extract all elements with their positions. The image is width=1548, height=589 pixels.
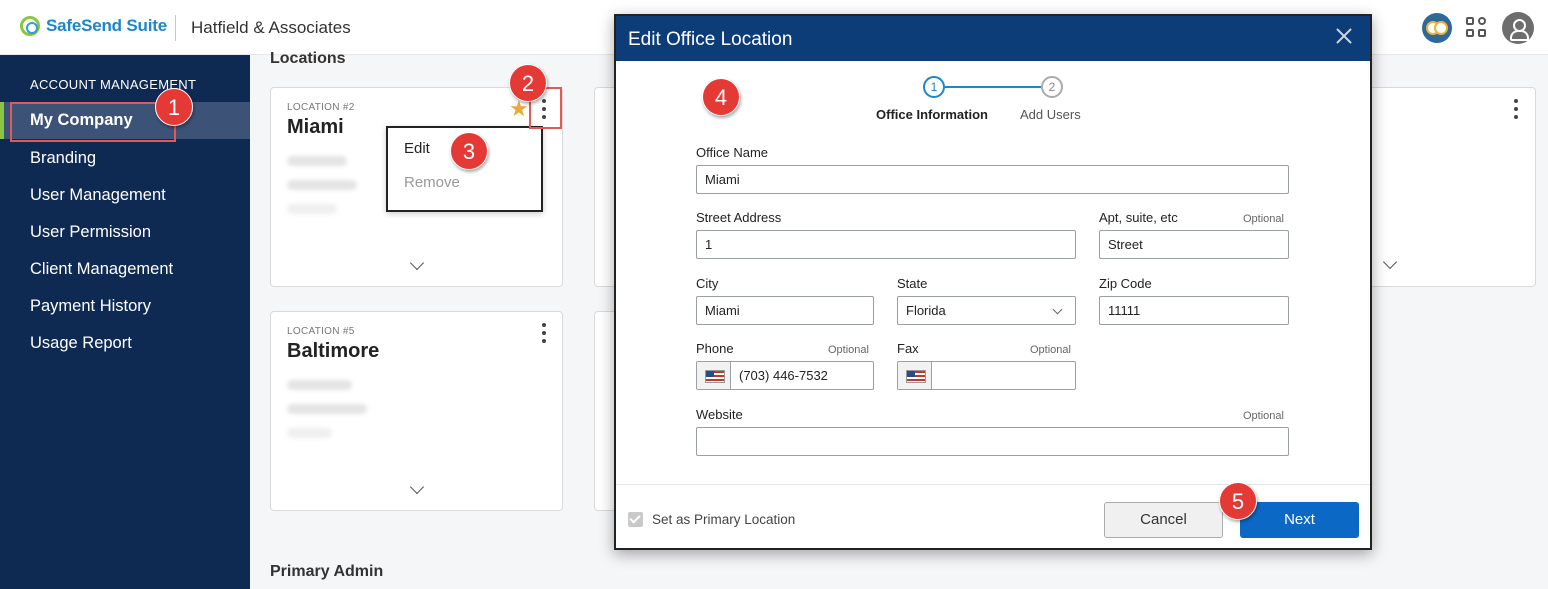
chevron-down-icon (1052, 304, 1063, 315)
header-divider (175, 15, 176, 41)
fax-input[interactable] (897, 361, 1076, 390)
expand-chevron-icon[interactable] (409, 255, 425, 271)
blurred-address-line (287, 180, 357, 190)
safesend-logo-icon (20, 16, 40, 36)
office-name-label: Office Name (696, 145, 769, 160)
blurred-address-line (287, 428, 332, 438)
street-address-label: Street Address (696, 210, 782, 225)
us-flag-icon[interactable] (697, 362, 731, 389)
website-optional: Optional (1243, 410, 1284, 422)
annotation-badge-4: 4 (702, 78, 740, 116)
more-options-icon[interactable] (1513, 99, 1519, 123)
blurred-address-line (287, 404, 367, 414)
office-name-input[interactable]: Miami (696, 165, 1289, 194)
sidebar-item-payment-history[interactable]: Payment History (0, 288, 250, 325)
header-actions (1422, 12, 1534, 44)
expand-chevron-icon[interactable] (409, 479, 425, 495)
location-name: Miami (287, 116, 344, 138)
state-select[interactable]: Florida (897, 296, 1076, 325)
annotation-badge-5: 5 (1219, 482, 1257, 520)
location-card-baltimore: LOCATION #5 Baltimore (270, 311, 563, 511)
cancel-button[interactable]: Cancel (1104, 502, 1223, 538)
edit-menu-item[interactable]: Edit (404, 140, 430, 157)
more-options-icon[interactable] (541, 323, 547, 347)
primary-location-label: Set as Primary Location (652, 512, 796, 527)
us-flag-icon[interactable] (898, 362, 932, 389)
annotation-badge-1: 1 (155, 88, 193, 126)
close-icon[interactable] (1334, 26, 1354, 46)
locations-title: Locations (270, 50, 346, 67)
brand[interactable]: SafeSend Suite (20, 16, 167, 36)
brand-name: SafeSend Suite (46, 16, 167, 35)
apt-input[interactable]: Street (1099, 230, 1289, 259)
firm-name: Hatfield & Associates (191, 18, 351, 37)
state-label: State (897, 276, 928, 291)
phone-input[interactable]: (703) 446-7532 (696, 361, 874, 390)
fax-optional: Optional (1030, 344, 1071, 356)
website-input[interactable] (696, 427, 1289, 456)
remove-menu-item[interactable]: Remove (404, 174, 460, 191)
sidebar-item-user-management[interactable]: User Management (0, 177, 250, 214)
phone-value: (703) 446-7532 (739, 368, 828, 383)
primary-location-checkbox[interactable] (628, 512, 643, 527)
next-button[interactable]: Next (1240, 502, 1359, 538)
step-2-label: Add Users (1020, 107, 1081, 122)
annotation-badge-3: 3 (450, 132, 488, 170)
street-address-input[interactable]: 1 (696, 230, 1076, 259)
modal-header: Edit Office Location (616, 16, 1370, 61)
apps-grid-icon[interactable] (1466, 17, 1488, 39)
expand-chevron-icon[interactable] (1382, 254, 1398, 270)
highlight-my-company (10, 102, 176, 142)
city-input[interactable]: Miami (696, 296, 874, 325)
annotation-badge-2: 2 (509, 64, 547, 102)
location-number: LOCATION #5 (287, 326, 355, 337)
phone-optional: Optional (828, 344, 869, 356)
blurred-address-line (287, 380, 352, 390)
owl-avatar-icon[interactable] (1422, 13, 1452, 43)
modal-footer-divider (616, 484, 1370, 485)
apt-optional: Optional (1243, 213, 1284, 225)
location-number: LOCATION #2 (287, 102, 355, 113)
step-1: 1 (923, 76, 945, 98)
step-2: 2 (1041, 76, 1063, 98)
sidebar-item-usage-report[interactable]: Usage Report (0, 325, 250, 362)
phone-label: Phone (696, 341, 734, 356)
sidebar-item-client-management[interactable]: Client Management (0, 251, 250, 288)
blurred-address-line (287, 156, 347, 166)
apt-label: Apt, suite, etc (1099, 210, 1178, 225)
website-label: Website (696, 407, 743, 422)
sidebar-item-user-permission[interactable]: User Permission (0, 214, 250, 251)
location-name: Baltimore (287, 340, 380, 362)
state-value: Florida (906, 303, 946, 318)
sidebar-item-branding[interactable]: Branding (0, 140, 250, 177)
step-1-label: Office Information (876, 107, 988, 122)
stepper-line (945, 86, 1041, 88)
modal-title: Edit Office Location (628, 29, 793, 50)
city-label: City (696, 276, 719, 291)
fax-label: Fax (897, 341, 919, 356)
user-profile-icon[interactable] (1502, 12, 1534, 44)
location-card-right (1372, 87, 1536, 287)
zip-input[interactable]: 11111 (1099, 296, 1289, 325)
primary-admin-title: Primary Admin (270, 563, 384, 580)
blurred-address-line (287, 204, 337, 214)
zip-label: Zip Code (1099, 276, 1152, 291)
